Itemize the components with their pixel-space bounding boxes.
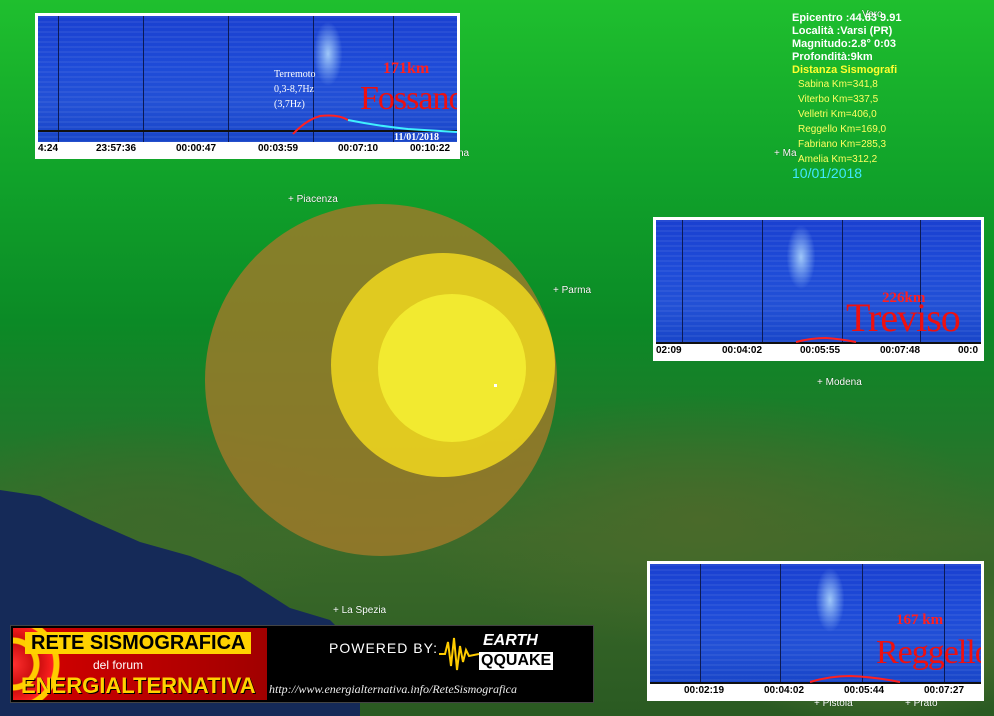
station-distance: Reggello Km=169,0 [798, 124, 887, 135]
time-tick: 4:24 [38, 143, 59, 154]
time-tick: 00:00:47 [176, 143, 217, 154]
note-peak: (3,7Hz) [274, 99, 305, 110]
note-title: Terremoto [274, 69, 316, 80]
rete-sismografica-logo: RETE SISMOGRAFICA del forum ENERGIALTERN… [13, 628, 267, 700]
station-distance: Velletri Km=406,0 [798, 109, 877, 120]
spectrogram-reggello: 167 km Reggello 00:02:19 00:04:02 00:05:… [647, 561, 984, 701]
event-date: 10/01/2018 [792, 165, 863, 181]
time-tick: 23:57:36 [96, 143, 137, 154]
spectrogram-treviso-plot: 226km Treviso [656, 220, 981, 344]
station-distance: Sabina Km=341,8 [798, 79, 878, 90]
seismic-signal [292, 114, 457, 135]
station-name: Fossano [360, 80, 457, 117]
time-tick: 00:07:27 [924, 685, 965, 696]
place-piacenza: + Piacenza [288, 194, 338, 205]
time-tick: 00:02:19 [684, 685, 725, 696]
localita: Località :Varsi (PR) [792, 25, 893, 37]
time-tick: 00:05:44 [844, 685, 885, 696]
website-link[interactable]: http://www.energialternativa.info/ReteSi… [269, 682, 517, 697]
eq-logo-top: EARTH [483, 632, 538, 649]
profondita: Profondità:9km [792, 51, 873, 63]
time-axis: 4:24 23:57:36 00:00:47 00:03:59 00:07:10… [36, 142, 459, 156]
place-modena: + Modena [817, 377, 862, 388]
magnitudo: Magnitudo:2.8° 0:03 [792, 38, 897, 50]
time-tick: 02:09 [656, 345, 682, 356]
logo-title: RETE SISMOGRAFICA [25, 632, 252, 654]
spectrogram-reggello-plot: 167 km Reggello [650, 564, 981, 684]
spectrogram-fossano-plot: Terremoto 0,3-8,7Hz (3,7Hz) 171km Fossan… [38, 16, 457, 142]
time-tick: 00:0 [958, 345, 979, 356]
time-tick: 00:10:22 [410, 143, 451, 154]
time-tick: 00:07:10 [338, 143, 379, 154]
station-name: Treviso [846, 295, 961, 340]
spectrogram-treviso: 226km Treviso 02:09 00:04:02 00:05:55 00… [653, 217, 984, 361]
logo-forum-name: ENERGIALTERNATIVA [21, 673, 256, 698]
station-distance: Fabriano Km=285,3 [798, 139, 887, 150]
note-range: 0,3-8,7Hz [274, 84, 314, 95]
time-tick: 00:04:02 [764, 685, 805, 696]
time-tick: 00:04:02 [722, 345, 763, 356]
epicenter-marker [494, 384, 497, 387]
epicentro: Epicentro :44.63 9.91 [792, 12, 902, 24]
time-tick: 00:05:55 [800, 345, 841, 356]
earthquake-info-panel: Epicentro :44.63 9.91 Località :Varsi (P… [792, 12, 992, 180]
place-la-spezia: + La Spezia [333, 605, 387, 616]
time-tick: 00:03:59 [258, 143, 299, 154]
station-distance: Viterbo Km=337,5 [798, 94, 879, 105]
distance-label: 171km [383, 60, 430, 77]
spectrogram-fossano: Terremoto 0,3-8,7Hz (3,7Hz) 171km Fossan… [35, 13, 460, 159]
intensity-ring-inner [378, 294, 526, 442]
time-axis: 02:09 00:04:02 00:05:55 00:07:48 00:0 [654, 344, 983, 358]
powered-by-label: POWERED BY: [329, 640, 439, 656]
distance-label: 167 km [896, 612, 944, 628]
station-name: Reggello [876, 634, 981, 671]
time-axis: 00:02:19 00:04:02 00:05:44 00:07:27 [648, 684, 983, 698]
logo-subtitle: del forum [93, 658, 144, 672]
record-date: 11/01/2018 [394, 132, 440, 142]
seismograph-wave-icon [439, 637, 479, 671]
eq-logo-bottom: QQUAKE [479, 652, 554, 670]
distanza-title: Distanza Sismografi [792, 64, 898, 76]
place-parma: + Parma [553, 285, 592, 296]
earthquake-logo: EARTH QQUAKE [439, 632, 554, 672]
time-tick: 00:07:48 [880, 345, 921, 356]
network-logo-banner: RETE SISMOGRAFICA del forum ENERGIALTERN… [10, 625, 594, 703]
